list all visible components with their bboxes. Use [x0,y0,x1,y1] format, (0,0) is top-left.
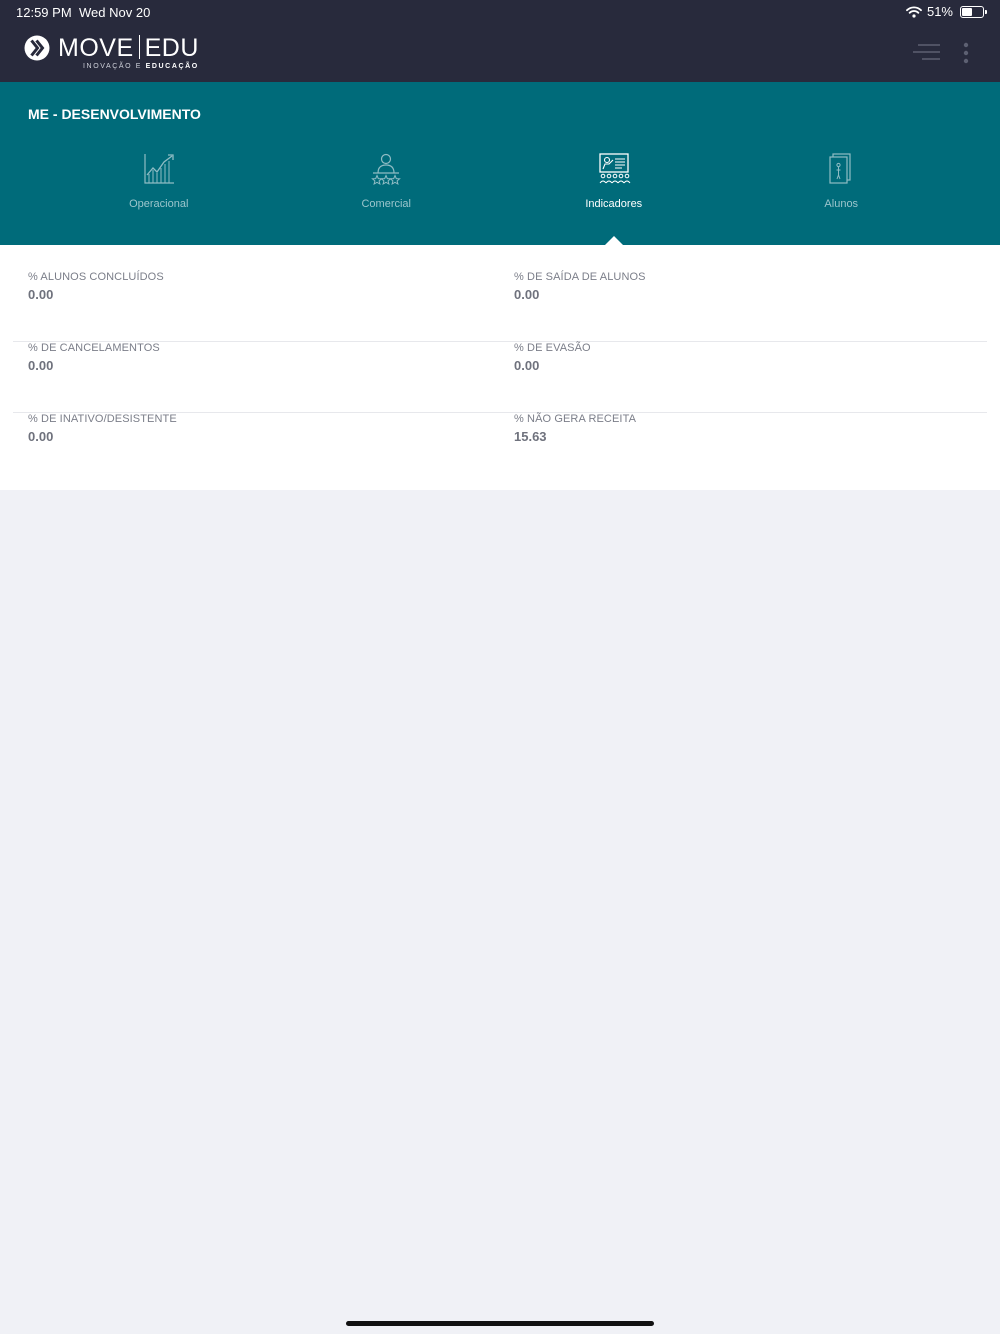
metric-inativo-desistente: % DE INATIVO/DESISTENTE 0.00 [28,413,177,444]
metrics-row: % DE INATIVO/DESISTENTE 0.00 % NÃO GERA … [13,413,987,484]
metric-cancelamentos: % DE CANCELAMENTOS 0.00 [28,342,160,373]
person-rating-icon [371,153,402,186]
metrics-row: % DE CANCELAMENTOS 0.00 % DE EVASÃO 0.00 [13,342,987,413]
logo-text-move: MOVE [58,34,134,62]
metric-value: 0.00 [28,358,54,373]
metric-label: % NÃO GERA RECEITA [514,413,637,425]
status-date: Wed Nov 20 [79,5,151,20]
metric-label: % DE EVASÃO [514,342,591,354]
indicators-panel: % ALUNOS CONCLUÍDOS 0.00 % DE SAÍDA DE A… [0,245,1000,490]
tab-label-alunos: Alunos [824,198,859,210]
logo-tagline-part1: INOVAÇÃO E [83,63,146,70]
logo-tagline-part2: EDUCAÇÃO [145,63,199,70]
battery-percent: 51% [926,4,953,19]
tab-label-indicadores: Indicadores [585,198,643,210]
metric-value: 0.00 [514,287,540,302]
tab-label-comercial: Comercial [361,198,411,210]
metric-label: % DE INATIVO/DESISTENTE [28,413,177,425]
company-title: ME - DESENVOLVIMENTO [28,106,201,122]
metrics-row: % ALUNOS CONCLUÍDOS 0.00 % DE SAÍDA DE A… [13,271,987,342]
chart-growth-icon [144,154,174,184]
home-indicator[interactable] [346,1321,654,1326]
status-time: 12:59 PM [16,5,72,20]
metric-saida-alunos: % DE SAÍDA DE ALUNOS 0.00 [514,271,646,302]
logo-separator [138,35,140,59]
more-options-icon[interactable] [958,42,974,64]
student-book-icon [829,153,851,184]
active-tab-pointer [604,236,623,245]
metric-nao-gera-receita: % NÃO GERA RECEITA 15.63 [514,413,636,444]
status-bar: 12:59 PM Wed Nov 20 51% [0,0,1000,24]
metric-value: 0.00 [514,358,540,373]
battery-level [962,7,972,16]
tab-comercial[interactable]: Comercial [273,152,501,222]
battery-icon [960,5,987,18]
metric-value: 0.00 [28,287,54,302]
app-header: 12:59 PM Wed Nov 20 51% MOVE EDU INOVAÇÃO… [0,0,1000,82]
metric-value: 0.00 [28,429,54,444]
tab-operacional[interactable]: Operacional [45,152,273,222]
tab-label-operacional: Operacional [129,198,189,210]
presentation-board-icon [599,153,631,184]
tab-bar: Operacional Comercial Indicadores Alunos [45,152,956,245]
unit-banner: ME - DESENVOLVIMENTO Operacional Comerci… [0,82,1000,245]
metric-label: % DE CANCELAMENTOS [28,342,160,354]
tab-indicadores[interactable]: Indicadores [500,152,728,245]
metric-alunos-concluidos: % ALUNOS CONCLUÍDOS 0.00 [28,271,164,302]
tab-alunos[interactable]: Alunos [728,152,956,222]
logo-wordmark: MOVE EDU [58,34,199,62]
logo-tagline: INOVAÇÃO E EDUCAÇÃO [83,63,199,70]
wifi-icon [906,5,922,18]
metric-evasao: % DE EVASÃO 0.00 [514,342,591,373]
metric-label: % ALUNOS CONCLUÍDOS [28,271,164,283]
status-indicators: 51% [906,4,987,19]
metric-label: % DE SAÍDA DE ALUNOS [514,271,646,283]
logo-chevron-icon [24,35,50,61]
logo-text-edu: EDU [144,34,199,62]
metric-value: 15.63 [514,429,547,444]
menu-icon[interactable] [912,42,942,62]
